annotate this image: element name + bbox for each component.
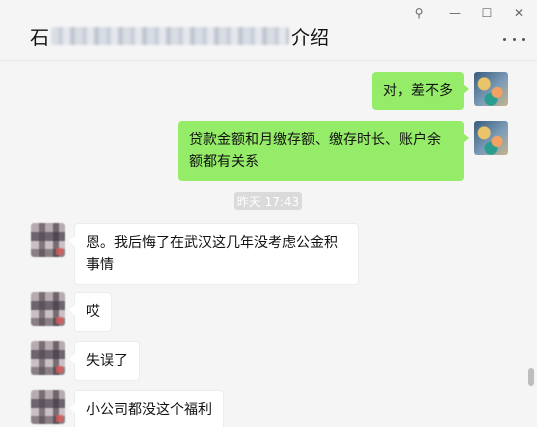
message-bubble-contact[interactable]: 恩。我后悔了在武汉这几年没考虑公金积事情 bbox=[69, 223, 359, 285]
redacted-name bbox=[51, 27, 290, 45]
self-avatar[interactable] bbox=[474, 121, 508, 155]
contact-avatar[interactable] bbox=[31, 341, 65, 375]
self-avatar[interactable] bbox=[474, 72, 508, 106]
scrollbar-thumb[interactable] bbox=[528, 368, 534, 386]
message-bubble-self[interactable]: 对，差不多 bbox=[372, 72, 469, 110]
message-timestamp: 昨天 17:43 bbox=[234, 192, 302, 210]
chat-title-suffix: 介绍 bbox=[291, 26, 330, 49]
message-bubble-contact[interactable]: 小公司都没这个福利 bbox=[69, 390, 224, 427]
message-bubble-contact[interactable]: 哎 bbox=[69, 292, 112, 332]
contact-avatar[interactable] bbox=[31, 223, 65, 257]
minimize-icon[interactable]: — bbox=[446, 4, 464, 22]
pin-icon[interactable]: ⚲ bbox=[410, 4, 428, 22]
contact-avatar[interactable] bbox=[31, 292, 65, 326]
chat-title-prefix: 石 bbox=[30, 26, 50, 49]
more-icon[interactable] bbox=[503, 32, 525, 46]
chat-header: 石 介绍 ⚲ — ☐ ✕ bbox=[0, 0, 537, 61]
chat-title: 石 介绍 bbox=[30, 22, 329, 50]
message-bubble-self[interactable]: 贷款金额和月缴存额、缴存时长、账户余额都有关系 bbox=[178, 121, 469, 181]
contact-avatar[interactable] bbox=[31, 390, 65, 424]
close-icon[interactable]: ✕ bbox=[510, 4, 528, 22]
maximize-icon[interactable]: ☐ bbox=[478, 4, 496, 22]
message-bubble-contact[interactable]: 失误了 bbox=[69, 341, 140, 381]
